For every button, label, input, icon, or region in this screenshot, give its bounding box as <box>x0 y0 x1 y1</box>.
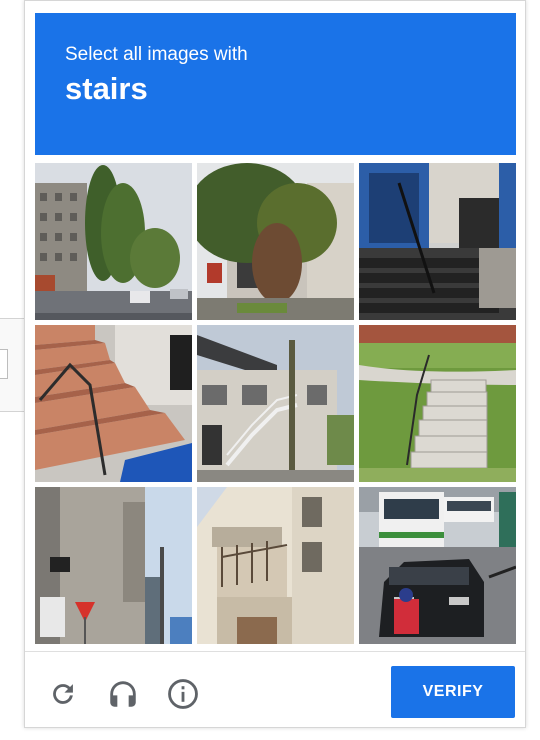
tile-image <box>359 163 516 320</box>
captcha-challenge-frame: Select all images with stairs VERIFY <box>24 0 526 728</box>
challenge-header: Select all images with stairs <box>35 13 516 155</box>
tile-image <box>35 325 192 482</box>
checkbox-widget-edge <box>0 318 26 412</box>
tile-image <box>197 325 354 482</box>
footer-divider <box>25 651 525 652</box>
tile-image <box>35 487 192 644</box>
image-tile-8[interactable] <box>197 487 354 644</box>
verify-button[interactable]: VERIFY <box>391 666 515 718</box>
checkbox-edge <box>0 349 8 379</box>
image-tile-6[interactable] <box>359 325 516 482</box>
target-object-text: stairs <box>65 71 148 106</box>
tile-image <box>359 487 516 644</box>
image-tile-9[interactable] <box>359 487 516 644</box>
tile-image <box>197 487 354 644</box>
headphones-icon <box>110 681 136 707</box>
info-icon <box>168 679 198 709</box>
tile-image <box>197 163 354 320</box>
info-button[interactable] <box>163 674 203 714</box>
image-tile-7[interactable] <box>35 487 192 644</box>
image-grid <box>35 163 516 644</box>
image-tile-5[interactable] <box>197 325 354 482</box>
image-tile-3[interactable] <box>359 163 516 320</box>
image-tile-4[interactable] <box>35 325 192 482</box>
reload-icon <box>53 684 73 704</box>
reload-button[interactable] <box>43 674 83 714</box>
audio-challenge-button[interactable] <box>103 674 143 714</box>
tile-image <box>359 325 516 482</box>
image-tile-2[interactable] <box>197 163 354 320</box>
image-tile-1[interactable] <box>35 163 192 320</box>
instruction-text: Select all images with <box>65 44 248 65</box>
tile-image <box>35 163 192 320</box>
